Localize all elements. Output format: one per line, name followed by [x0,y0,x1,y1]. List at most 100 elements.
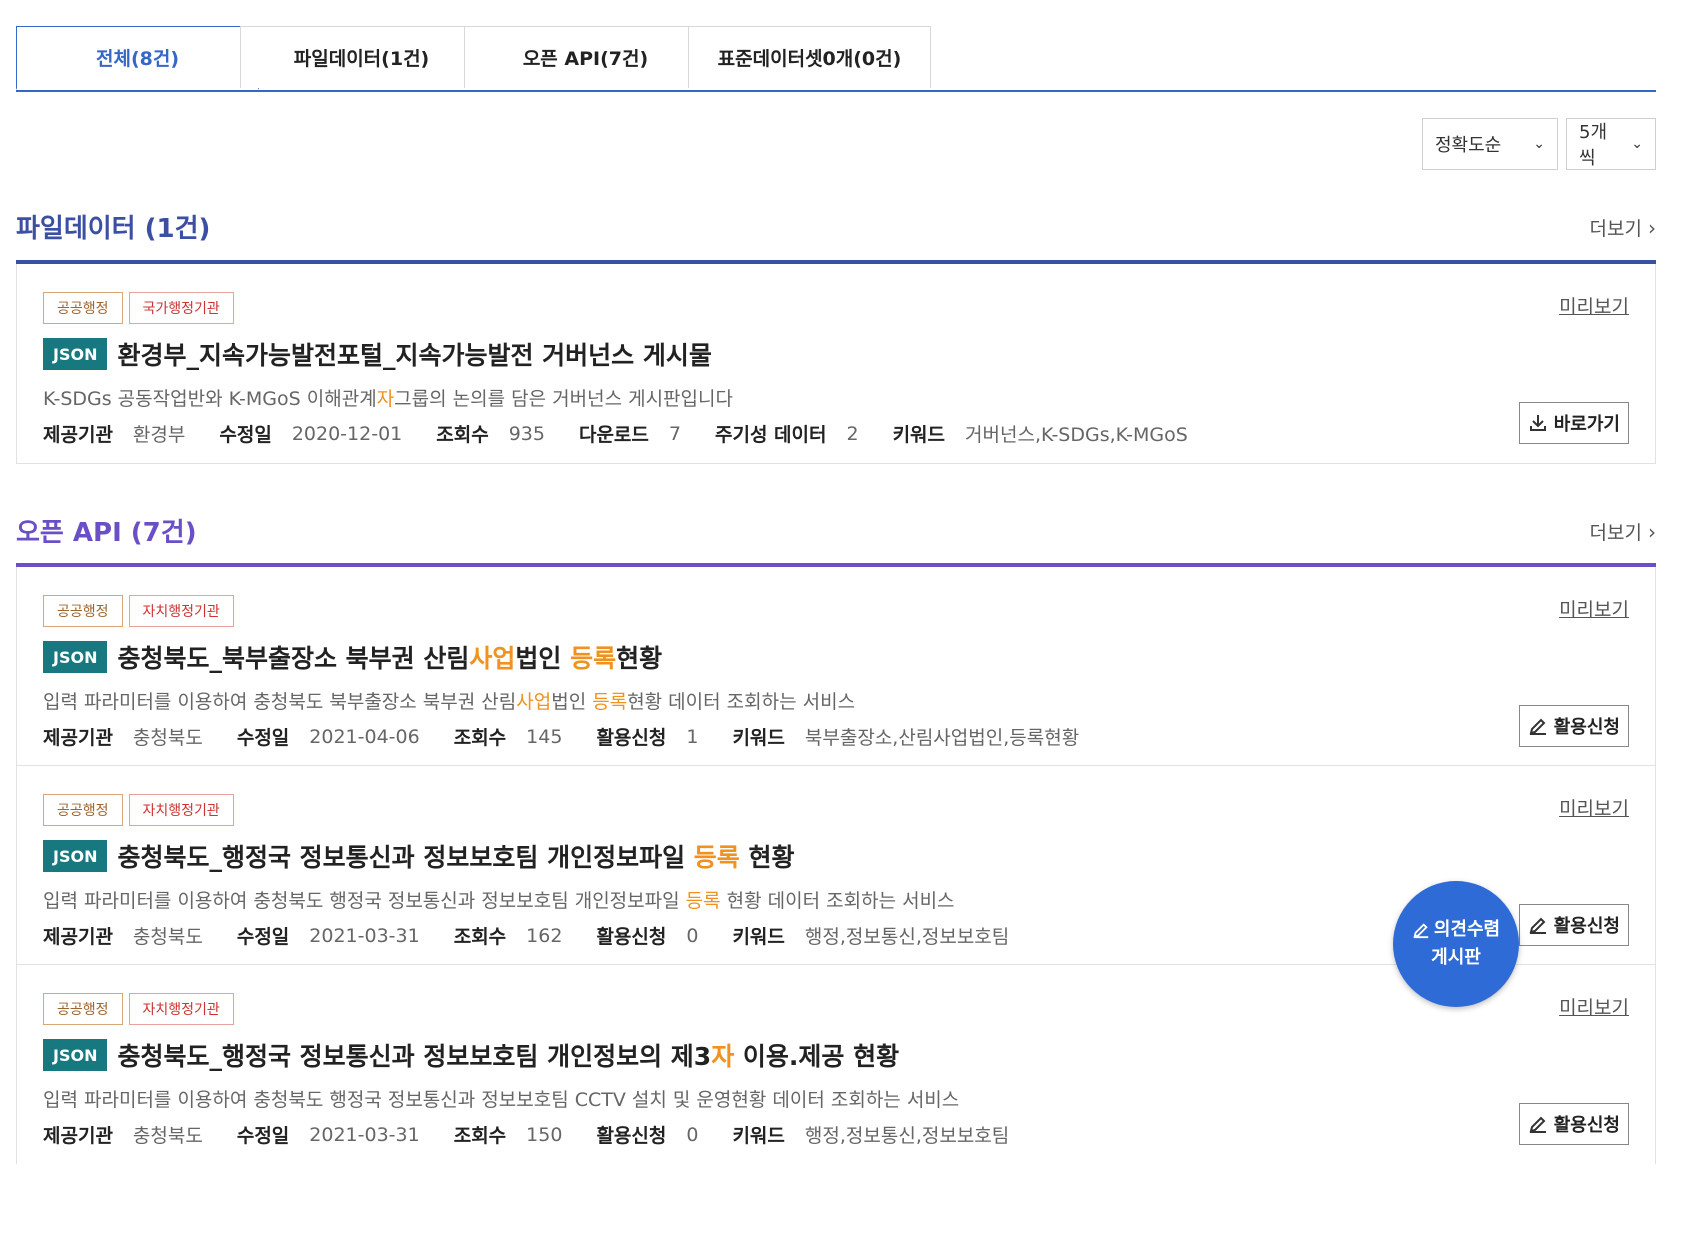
modified-value: 2020-12-01 [291,422,403,445]
preview-link[interactable]: 미리보기 [1559,595,1629,622]
keywords-label: 키워드 [732,926,785,948]
apply-label: 활용신청 [1553,916,1620,937]
apply-button[interactable]: 활용신청 [1518,1103,1629,1145]
periodic-value: 2 [846,422,859,445]
chevron-down-icon: ⌄ [1533,136,1545,152]
provider-value: 충청북도 [132,926,203,948]
keywords-value: 행정,정보통신,정보보호팀 [804,926,1010,948]
dataset-title[interactable]: 충청북도_북부출장소 북부권 산림사업법인 등록현황 [117,639,662,675]
tab-file-data[interactable]: 파일데이터(1건) [240,26,483,88]
tag-group: 공공행정 자치행정기관 [43,993,234,1025]
feedback-label-line2: 게시판 [1431,947,1481,968]
apply-count-label: 활용신청 [596,1125,667,1147]
tab-standard-dataset[interactable]: 표준데이터셋0개(0건) [688,26,931,88]
go-to-button[interactable]: 바로가기 [1518,402,1629,444]
dataset-meta: 제공기관 충청북도 수정일 2021-04-06 조회수 145 활용신청 1 … [43,723,1113,750]
section-title-file-data: 파일데이터 (1건) [16,214,211,244]
dataset-card: 공공행정 국가행정기관 미리보기 JSON 환경부_지속가능발전포털_지속가능발… [16,264,1656,464]
sort-order-select[interactable]: 정확도순 ⌄ [1422,118,1558,170]
keywords-label: 키워드 [732,1125,785,1147]
file-data-section-header: 파일데이터 (1건) 더보기 › [16,208,1656,268]
page-size-value: 5개씩 [1579,122,1608,169]
views-label: 조회수 [453,1125,507,1147]
tag-group: 공공행정 자치행정기관 [43,595,234,627]
category-tag[interactable]: 공공행정 [43,993,123,1025]
modified-label: 수정일 [236,926,290,948]
views-label: 조회수 [453,727,507,749]
apply-button[interactable]: 활용신청 [1518,705,1629,747]
org-type-tag[interactable]: 자치행정기관 [128,595,234,627]
views-label: 조회수 [436,424,489,446]
dataset-title-row[interactable]: JSON 충청북도_행정국 정보통신과 정보보호팀 개인정보의 제3자 이용.제… [43,1037,899,1073]
modified-value: 2021-04-06 [309,725,420,748]
keywords-value: 거버넌스,K-SDGs,K-MGoS [965,424,1188,446]
format-badge: JSON [43,641,108,673]
downloads-value: 7 [668,422,681,445]
dataset-meta: 제공기관 환경부 수정일 2020-12-01 조회수 935 다운로드 7 주… [43,420,1222,447]
feedback-board-button[interactable]: 의견수렴 게시판 [1393,881,1519,1007]
dataset-description: 입력 파라미터를 이용하여 충청북도 행정국 정보통신과 정보보호팀 개인정보파… [43,890,955,912]
keywords-value: 행정,정보통신,정보보호팀 [804,1125,1010,1147]
org-type-tag[interactable]: 자치행정기관 [128,794,234,826]
more-label: 더보기 [1589,218,1642,240]
provider-value: 환경부 [132,424,186,446]
dataset-meta: 제공기관 충청북도 수정일 2021-03-31 조회수 150 활용신청 0 … [43,1121,1043,1148]
feedback-label-line1: 의견수렴 [1433,919,1501,940]
views-value: 145 [526,725,563,748]
provider-label: 제공기관 [43,424,113,446]
more-link-file-data[interactable]: 더보기 › [1590,214,1656,241]
page-size-select[interactable]: 5개씩 ⌄ [1566,118,1656,170]
format-badge: JSON [43,1039,108,1071]
modified-value: 2021-03-31 [309,1123,420,1146]
dataset-title[interactable]: 충청북도_행정국 정보통신과 정보보호팀 개인정보파일 등록 현황 [117,838,794,874]
dataset-title-row[interactable]: JSON 충청북도_북부출장소 북부권 산림사업법인 등록현황 [43,639,662,675]
tab-all[interactable]: 전체(8건) [16,26,259,90]
preview-link[interactable]: 미리보기 [1559,993,1629,1020]
apply-label: 활용신청 [1553,1115,1620,1136]
result-tabs: 전체(8건) 파일데이터(1건) 오픈 API(7건) 표준데이터셋0개(0건) [16,26,1656,92]
keywords-label: 키워드 [732,727,785,749]
org-type-tag[interactable]: 자치행정기관 [128,993,234,1025]
apply-count-value: 0 [686,924,699,947]
tag-group: 공공행정 자치행정기관 [43,794,234,826]
sort-controls: 정확도순 ⌄ 5개씩 ⌄ [1422,118,1656,170]
views-label: 조회수 [453,926,507,948]
apply-button[interactable]: 활용신청 [1518,904,1629,946]
keywords-value: 북부출장소,산림사업법인,등록현황 [804,727,1080,749]
category-tag[interactable]: 공공행정 [43,794,123,826]
pencil-icon [1529,1116,1546,1133]
category-tag[interactable]: 공공행정 [43,292,123,324]
dataset-title[interactable]: 환경부_지속가능발전포털_지속가능발전 거버넌스 게시물 [117,336,711,372]
chevron-right-icon: › [1648,520,1656,544]
chevron-right-icon: › [1648,216,1656,240]
provider-label: 제공기관 [43,1125,113,1147]
pencil-icon [1413,923,1429,939]
dataset-title-row[interactable]: JSON 환경부_지속가능발전포털_지속가능발전 거버넌스 게시물 [43,336,712,372]
apply-count-value: 1 [686,725,699,748]
more-link-open-api[interactable]: 더보기 › [1590,518,1656,545]
dataset-card: 공공행정 자치행정기관 미리보기 JSON 충청북도_행정국 정보통신과 정보보… [16,965,1656,1164]
sort-order-value: 정확도순 [1435,135,1502,156]
more-label: 더보기 [1589,522,1642,544]
modified-label: 수정일 [236,727,290,749]
preview-link[interactable]: 미리보기 [1559,292,1629,319]
format-badge: JSON [43,338,108,370]
org-type-tag[interactable]: 국가행정기관 [128,292,234,324]
preview-link[interactable]: 미리보기 [1559,794,1629,821]
apply-count-value: 0 [686,1123,699,1146]
keywords-label: 키워드 [892,424,946,446]
downloads-label: 다운로드 [578,424,649,446]
apply-label: 활용신청 [1553,717,1620,738]
dataset-title-row[interactable]: JSON 충청북도_행정국 정보통신과 정보보호팀 개인정보파일 등록 현황 [43,838,795,874]
provider-value: 충청북도 [132,1125,203,1147]
provider-value: 충청북도 [132,727,203,749]
dataset-title[interactable]: 충청북도_행정국 정보통신과 정보보호팀 개인정보의 제3자 이용.제공 현황 [117,1037,899,1073]
tab-open-api[interactable]: 오픈 API(7건) [464,26,707,88]
category-tag[interactable]: 공공행정 [43,595,123,627]
dataset-description: 입력 파라미터를 이용하여 충청북도 행정국 정보통신과 정보보호팀 CCTV … [43,1089,960,1111]
format-badge: JSON [43,840,108,872]
views-value: 935 [508,422,545,445]
periodic-label: 주기성 데이터 [714,424,827,446]
pencil-icon [1529,718,1546,735]
views-value: 150 [526,1123,563,1146]
